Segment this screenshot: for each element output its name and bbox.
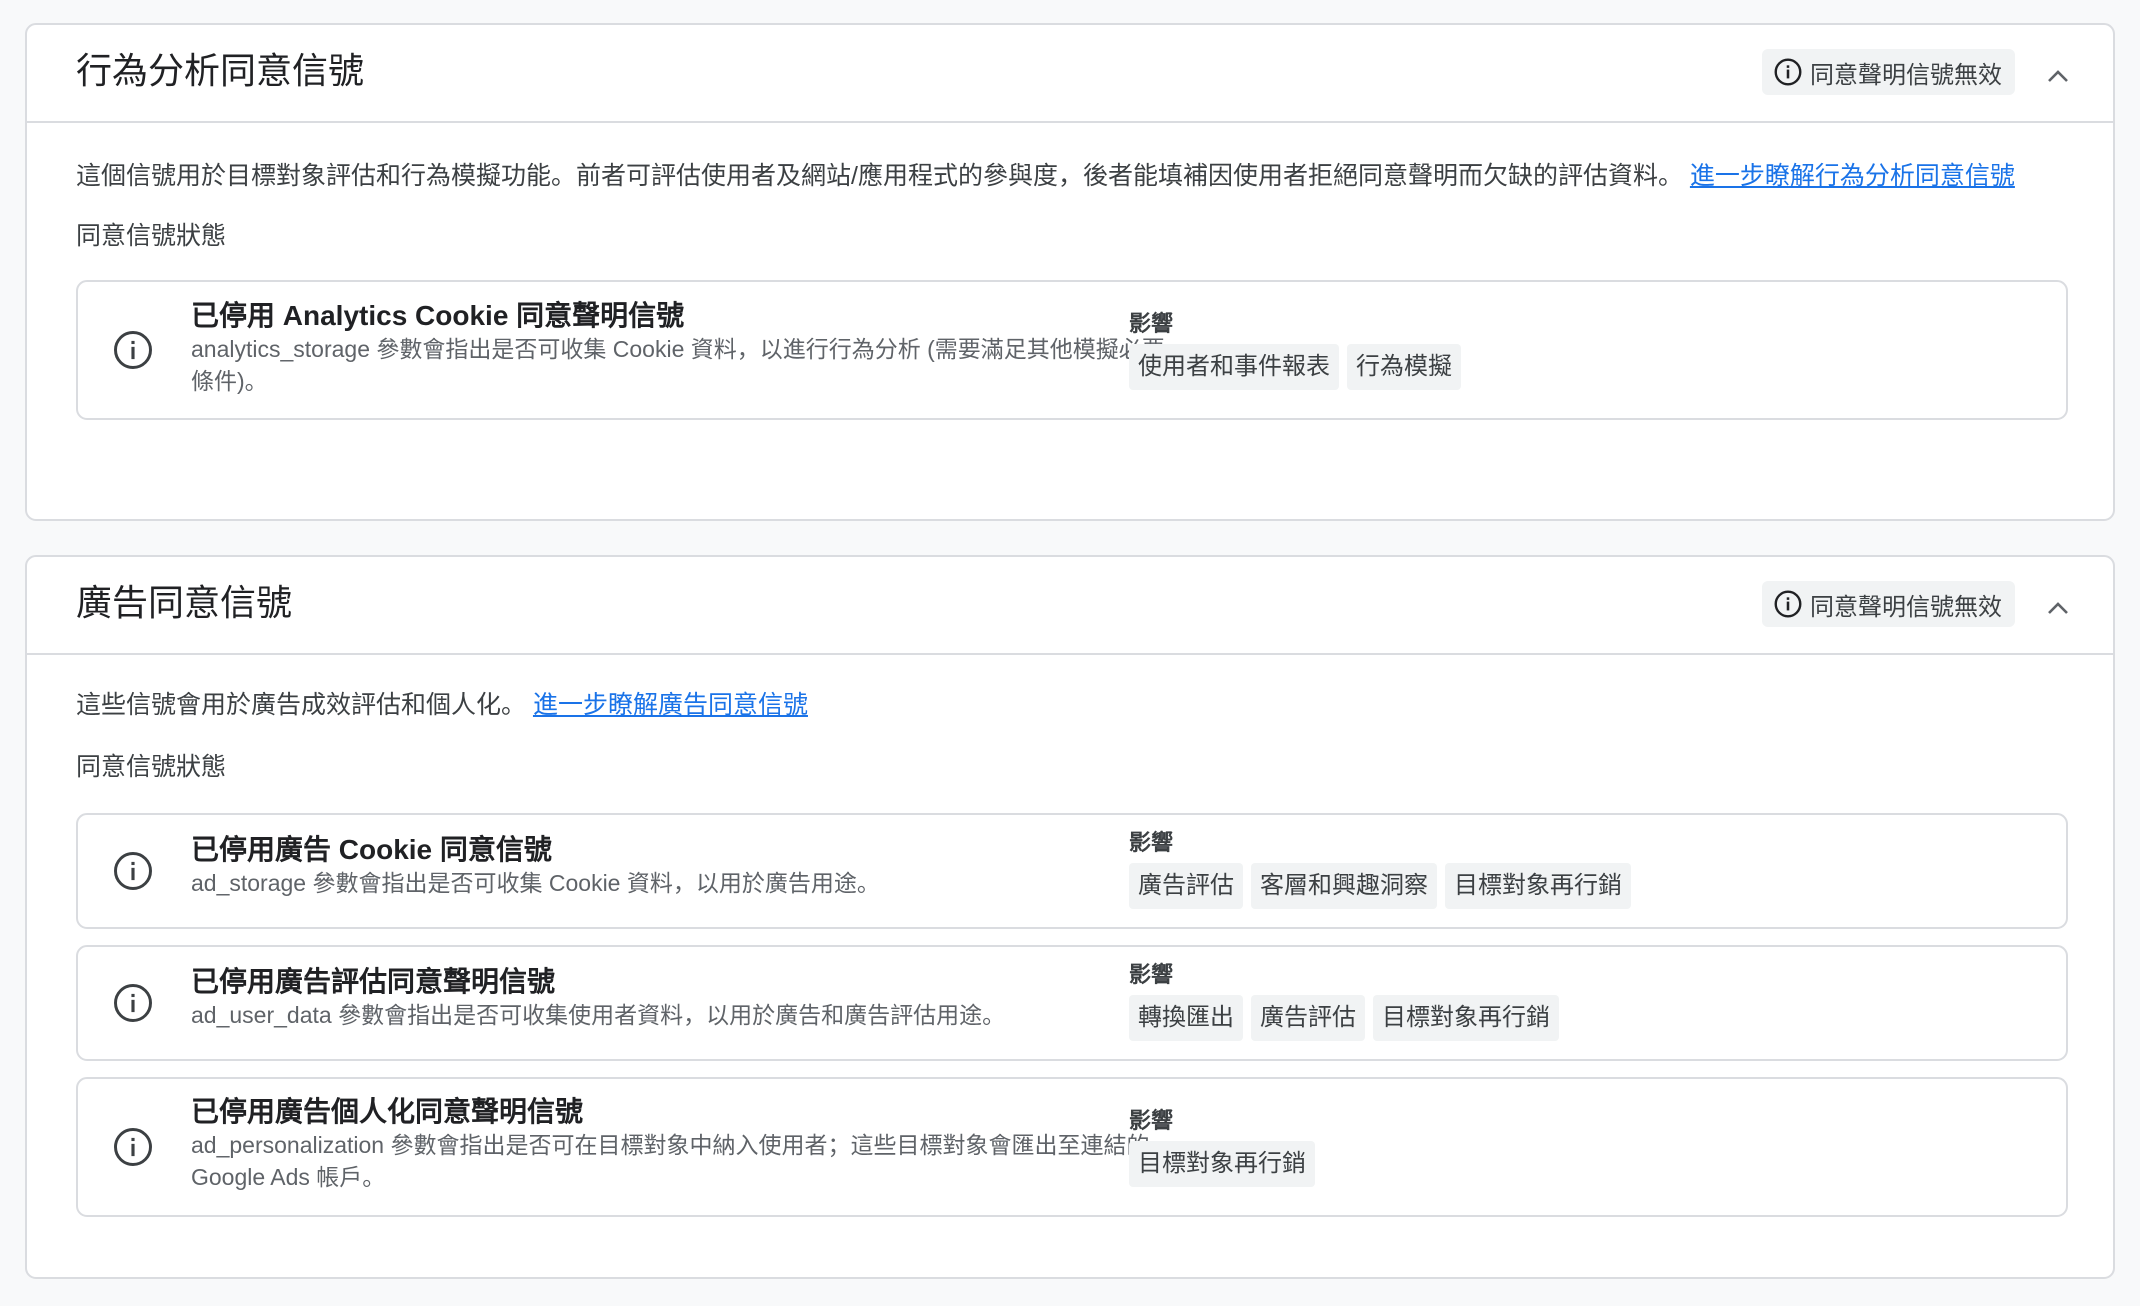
consent-status-chip: 同意聲明信號無效 (1762, 49, 2015, 95)
card-header[interactable]: 廣告同意信號 同意聲明信號無效 (27, 557, 2113, 655)
signal-title: 已停用廣告 Cookie 同意信號 (191, 834, 552, 865)
info-icon (112, 1126, 154, 1168)
section-description: 這個信號用於目標對象評估和行為模擬功能。前者可評估使用者及網站/應用程式的參與度… (76, 123, 2066, 194)
impact-group: 影響 目標對象再行銷 (1129, 1107, 1315, 1187)
impact-tag: 目標對象再行銷 (1445, 863, 1631, 909)
impact-tag: 客層和興趣洞察 (1251, 863, 1437, 909)
signal-description: ad_user_data 參數會指出是否可收集使用者資料，以用於廣告和廣告評估用… (191, 1002, 1006, 1028)
card-header[interactable]: 行為分析同意信號 同意聲明信號無效 (27, 25, 2113, 123)
impact-label: 影響 (1129, 1108, 1174, 1133)
signal-title: 已停用 Analytics Cookie 同意聲明信號 (191, 300, 685, 331)
signal-text: 已停用廣告個人化同意聲明信號 ad_personalization 參數會指出是… (191, 1095, 1171, 1193)
consent-settings-page: 行為分析同意信號 同意聲明信號無效 這個信號用於目標對象評估和行為模擬功能。前者… (0, 0, 2140, 1306)
signal-item-ad-personalization: 已停用廣告個人化同意聲明信號 ad_personalization 參數會指出是… (76, 1077, 2068, 1217)
impact-tag: 轉換匯出 (1129, 995, 1243, 1041)
info-icon (112, 329, 154, 371)
impact-group: 影響 轉換匯出 廣告評估 目標對象再行銷 (1129, 961, 1559, 1041)
impact-tags: 廣告評估 客層和興趣洞察 目標對象再行銷 (1129, 863, 1631, 909)
section-description: 這些信號會用於廣告成效評估和個人化。 進一步瞭解廣告同意信號 (76, 655, 2065, 723)
signal-item-ad-storage: 已停用廣告 Cookie 同意信號 ad_storage 參數會指出是否可收集 … (76, 813, 2068, 929)
signal-description: analytics_storage 參數會指出是否可收集 Cookie 資料，以… (191, 336, 1165, 394)
chevron-up-icon[interactable] (2043, 61, 2073, 91)
impact-tag: 行為模擬 (1347, 344, 1461, 390)
impact-tags: 目標對象再行銷 (1129, 1141, 1315, 1187)
card-title: 廣告同意信號 (76, 582, 293, 623)
signal-text: 已停用 Analytics Cookie 同意聲明信號 analytics_st… (191, 299, 1171, 397)
ads-consent-card: 廣告同意信號 同意聲明信號無效 這些信號會用於廣告成效評估和個人化。 進一步瞭解… (25, 555, 2115, 1279)
impact-tag: 目標對象再行銷 (1129, 1141, 1315, 1187)
impact-tags: 使用者和事件報表 行為模擬 (1129, 344, 1461, 390)
description-text: 這些信號會用於廣告成效評估和個人化。 (76, 691, 533, 719)
signal-title: 已停用廣告個人化同意聲明信號 (191, 1096, 584, 1127)
card-title: 行為分析同意信號 (76, 50, 365, 91)
signal-description: ad_personalization 參數會指出是否可在目標對象中納入使用者；這… (191, 1132, 1150, 1190)
consent-status-heading: 同意信號狀態 (76, 222, 227, 250)
learn-more-link[interactable]: 進一步瞭解廣告同意信號 (533, 691, 808, 719)
impact-tags: 轉換匯出 廣告評估 目標對象再行銷 (1129, 995, 1559, 1041)
impact-label: 影響 (1129, 830, 1174, 855)
description-text: 這個信號用於目標對象評估和行為模擬功能。前者可評估使用者及網站/應用程式的參與度… (76, 162, 1690, 190)
signal-text: 已停用廣告 Cookie 同意信號 ad_storage 參數會指出是否可收集 … (191, 833, 1171, 899)
impact-tag: 廣告評估 (1251, 995, 1365, 1041)
impact-tag: 廣告評估 (1129, 863, 1243, 909)
impact-label: 影響 (1129, 962, 1174, 987)
impact-tag: 使用者和事件報表 (1129, 344, 1339, 390)
consent-status-label: 同意聲明信號無效 (1810, 593, 2002, 621)
signal-item-analytics-storage: 已停用 Analytics Cookie 同意聲明信號 analytics_st… (76, 280, 2068, 420)
info-icon (112, 850, 154, 892)
info-icon (112, 982, 154, 1024)
signal-text: 已停用廣告評估同意聲明信號 ad_user_data 參數會指出是否可收集使用者… (191, 965, 1171, 1031)
impact-group: 影響 廣告評估 客層和興趣洞察 目標對象再行銷 (1129, 829, 1631, 909)
chevron-up-icon[interactable] (2043, 593, 2073, 623)
signal-item-ad-user-data: 已停用廣告評估同意聲明信號 ad_user_data 參數會指出是否可收集使用者… (76, 945, 2068, 1061)
consent-status-heading: 同意信號狀態 (76, 753, 227, 781)
card-body: 這些信號會用於廣告成效評估和個人化。 進一步瞭解廣告同意信號 同意信號狀態 已停… (27, 655, 2113, 1217)
info-icon (1772, 56, 1804, 88)
consent-status-chip: 同意聲明信號無效 (1762, 581, 2015, 627)
impact-label: 影響 (1129, 311, 1174, 336)
info-icon (1772, 588, 1804, 620)
signal-description: ad_storage 參數會指出是否可收集 Cookie 資料，以用於廣告用途。 (191, 870, 880, 896)
analytics-consent-card: 行為分析同意信號 同意聲明信號無效 這個信號用於目標對象評估和行為模擬功能。前者… (25, 23, 2115, 521)
card-body: 這個信號用於目標對象評估和行為模擬功能。前者可評估使用者及網站/應用程式的參與度… (27, 123, 2113, 420)
impact-tag: 目標對象再行銷 (1373, 995, 1559, 1041)
learn-more-link[interactable]: 進一步瞭解行為分析同意信號 (1690, 162, 2015, 190)
impact-group: 影響 使用者和事件報表 行為模擬 (1129, 310, 1461, 390)
signal-title: 已停用廣告評估同意聲明信號 (191, 966, 556, 997)
consent-status-label: 同意聲明信號無效 (1810, 61, 2002, 89)
